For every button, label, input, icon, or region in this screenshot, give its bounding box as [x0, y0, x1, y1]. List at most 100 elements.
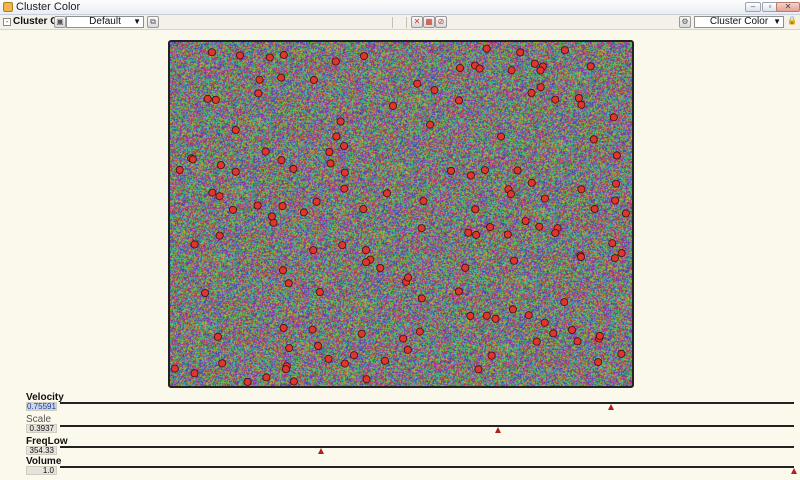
cluster-dot — [231, 126, 240, 135]
cluster-dot — [532, 337, 541, 346]
cluster-dot — [527, 178, 536, 187]
slider-track[interactable] — [60, 466, 794, 468]
cluster-dot — [314, 341, 323, 350]
cluster-dot — [506, 190, 515, 199]
cluster-dot — [415, 327, 424, 336]
cluster-dot — [521, 216, 530, 225]
slider-handle[interactable] — [791, 468, 797, 474]
preset-value: Default — [89, 16, 121, 27]
cluster-dot — [376, 263, 385, 272]
cluster-dot — [527, 88, 536, 97]
slider-track[interactable] — [60, 446, 794, 448]
cluster-dot — [262, 373, 271, 382]
slider-handle[interactable] — [495, 427, 502, 433]
param-value-field[interactable]: 1.0 — [26, 466, 57, 475]
slider-track[interactable] — [60, 402, 794, 404]
cluster-dot — [577, 185, 586, 194]
cluster-dot — [382, 189, 391, 198]
cluster-dot — [361, 258, 370, 267]
cluster-dot — [388, 101, 397, 110]
param-value-field[interactable]: 0.75591 — [26, 402, 57, 411]
lock-icon[interactable]: 🔒 — [786, 16, 798, 28]
cluster-dot — [359, 205, 368, 214]
cluster-dot — [503, 230, 512, 239]
toolbar-divider — [406, 17, 407, 28]
cluster-dot — [540, 318, 549, 327]
cluster-dot — [267, 212, 276, 221]
cluster-dot — [325, 148, 334, 157]
cluster-dot — [289, 164, 298, 173]
copy-icon[interactable]: ⧉ — [147, 16, 159, 28]
cluster-dot — [446, 166, 455, 175]
chevron-down-icon: ▼ — [773, 17, 781, 26]
minimize-icon[interactable]: ‒ — [745, 2, 761, 12]
no-icon[interactable]: ⊘ — [435, 16, 447, 28]
cluster-dot — [308, 325, 317, 334]
cluster-dot — [617, 349, 626, 358]
cluster-dot — [362, 375, 371, 384]
cluster-dot — [516, 48, 525, 57]
cluster-dot — [208, 188, 217, 197]
cluster-dot — [466, 171, 475, 180]
cluster-dot — [509, 256, 518, 265]
slider-handle[interactable] — [317, 448, 324, 454]
cluster-dot — [507, 66, 516, 75]
cluster-dot — [540, 194, 549, 203]
cluster-dot — [608, 239, 617, 248]
param-value-field[interactable]: 0.3937 — [26, 424, 57, 433]
cluster-dot — [331, 57, 340, 66]
cluster-dot — [261, 147, 270, 156]
cluster-dot — [524, 311, 533, 320]
param-value-field[interactable]: 354.33 — [26, 446, 57, 455]
cluster-dot — [413, 79, 422, 88]
cluster-dot — [243, 377, 252, 386]
cluster-dot — [426, 120, 435, 129]
cluster-dot — [278, 202, 287, 211]
cluster-dot — [461, 263, 470, 272]
camera-icon[interactable]: ▣ — [54, 16, 66, 28]
cluster-dot — [612, 151, 621, 160]
cluster-dot — [338, 241, 347, 250]
cluster-dot — [253, 201, 262, 210]
cluster-dot — [560, 298, 569, 307]
cluster-dot — [491, 314, 500, 323]
mode-dropdown[interactable]: Cluster Color ▼ — [694, 16, 784, 28]
x-icon[interactable]: ✕ — [411, 16, 423, 28]
cluster-dot — [279, 266, 288, 275]
grid-icon[interactable]: ▦ — [423, 16, 435, 28]
cluster-dot — [576, 252, 585, 261]
cluster-dot — [279, 50, 288, 59]
cluster-dot — [586, 62, 595, 71]
cluster-dot — [190, 240, 199, 249]
slider-track[interactable] — [60, 425, 794, 427]
cluster-dot — [482, 311, 491, 320]
cluster-dot — [574, 94, 583, 103]
gear-icon[interactable]: ⚙ — [679, 16, 691, 28]
collapse-icon[interactable]: - — [3, 18, 11, 26]
slider-handle[interactable] — [607, 404, 614, 410]
cluster-dot — [480, 166, 489, 175]
cluster-dot — [536, 83, 545, 92]
cluster-dot — [508, 305, 517, 314]
cluster-dot — [216, 161, 225, 170]
cluster-dot — [455, 63, 464, 72]
cluster-dot — [399, 334, 408, 343]
cluster-dot — [315, 287, 324, 296]
preset-dropdown[interactable]: Default ▼ — [66, 16, 144, 28]
cluster-dot — [417, 224, 426, 233]
app-icon — [3, 2, 13, 12]
cluster-dot — [285, 344, 294, 353]
cluster-canvas[interactable] — [168, 40, 634, 388]
cluster-dot — [277, 73, 286, 82]
param-scale: Scale 0.3937 — [0, 414, 800, 436]
param-volume: Volume 1.0 — [0, 456, 800, 478]
cluster-dot — [609, 113, 618, 122]
cluster-dot — [359, 52, 368, 61]
cluster-dot — [430, 86, 439, 95]
cluster-dot — [236, 51, 245, 60]
cluster-dot — [309, 75, 318, 84]
cluster-dot — [324, 354, 333, 363]
close-icon[interactable]: ✕ — [776, 2, 800, 12]
cluster-dot — [357, 329, 366, 338]
cluster-dot — [215, 192, 224, 201]
